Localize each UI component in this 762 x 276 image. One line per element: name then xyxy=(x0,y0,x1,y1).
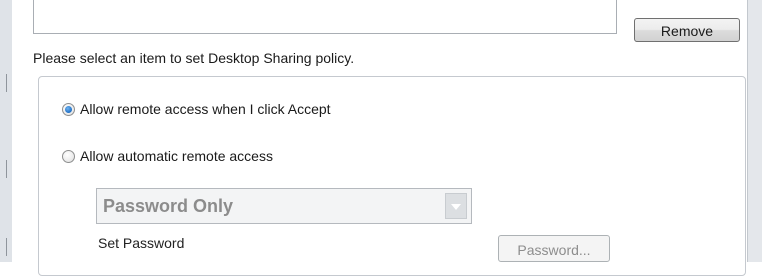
radio-option-automatic-access[interactable]: Allow automatic remote access xyxy=(62,148,273,164)
radio-option-label: Allow automatic remote access xyxy=(80,148,273,164)
window-left-border xyxy=(0,0,13,262)
instruction-text: Please select an item to set Desktop Sha… xyxy=(33,50,355,66)
border-notch xyxy=(6,74,7,92)
select-value: Password Only xyxy=(103,196,234,216)
remove-button[interactable]: Remove xyxy=(634,18,740,42)
window-right-border xyxy=(747,0,762,262)
border-notch xyxy=(6,238,7,256)
radio-option-click-accept[interactable]: Allow remote access when I click Accept xyxy=(62,101,331,117)
password-button[interactable]: Password... xyxy=(498,235,610,262)
dropdown-arrow[interactable] xyxy=(445,193,467,219)
chevron-down-icon xyxy=(451,204,461,210)
radio-unselected-icon[interactable] xyxy=(62,149,75,163)
radio-option-label: Allow remote access when I click Accept xyxy=(80,101,331,117)
items-list-box[interactable] xyxy=(33,0,617,34)
border-highlight xyxy=(12,0,13,262)
radio-selected-icon[interactable] xyxy=(62,102,75,116)
border-notch xyxy=(6,160,7,178)
authentication-select[interactable]: Password Only xyxy=(96,188,472,224)
set-password-label: Set Password xyxy=(98,235,185,251)
